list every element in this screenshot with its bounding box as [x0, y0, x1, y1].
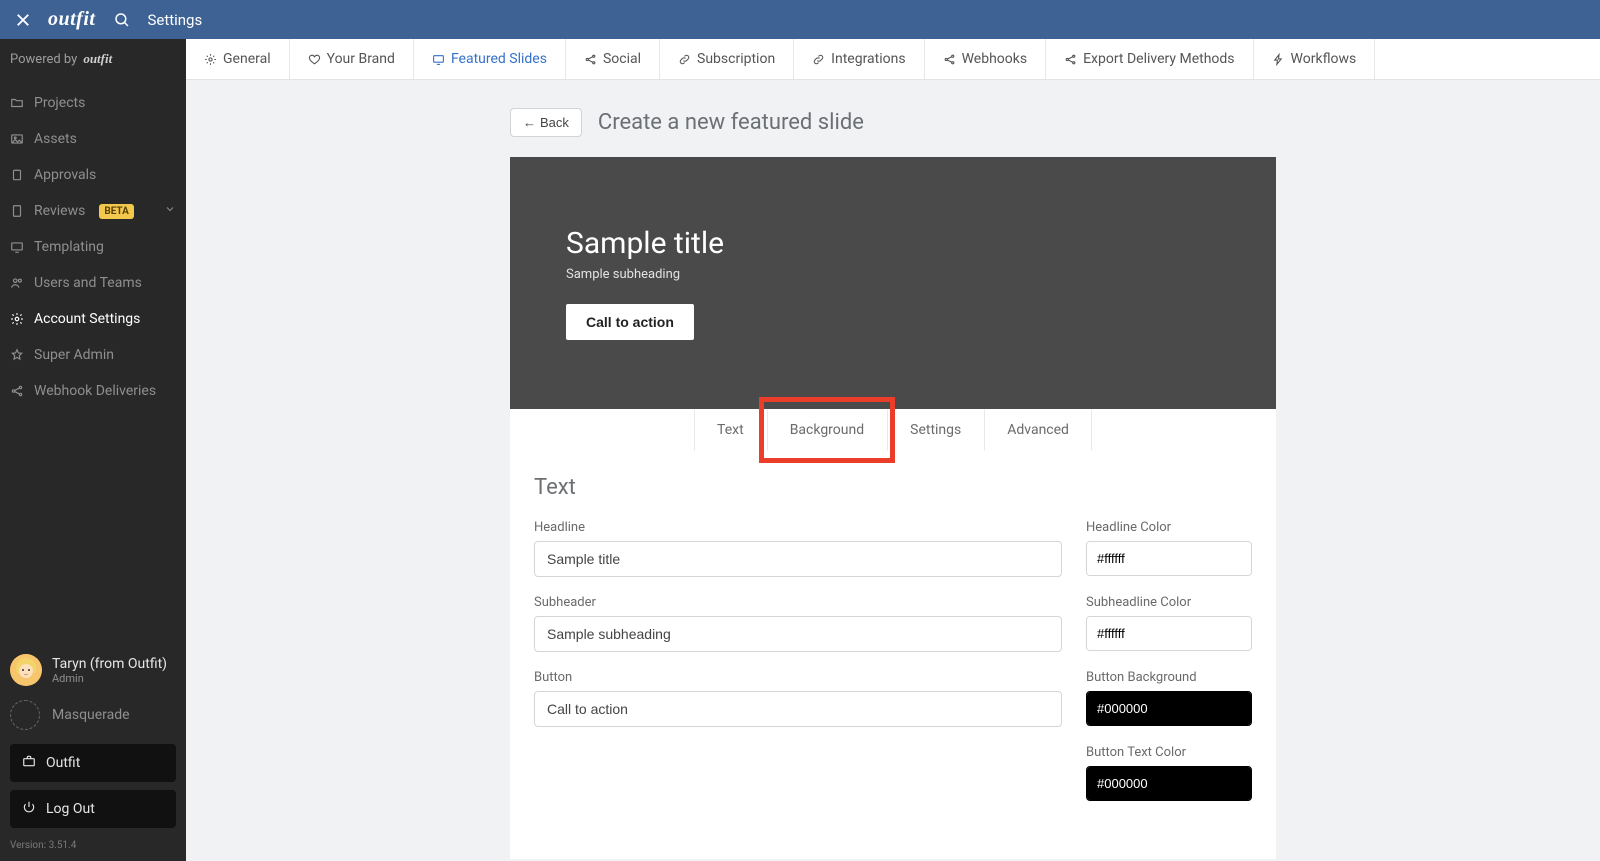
topbar-title: Settings: [147, 11, 202, 29]
headline-input[interactable]: [534, 541, 1062, 577]
user-name: Taryn (from Outfit): [52, 656, 167, 672]
edit-tab-advanced[interactable]: Advanced: [984, 409, 1092, 451]
preview-subheading: Sample subheading: [566, 267, 1220, 282]
button-text-color-input[interactable]: [1086, 766, 1252, 801]
chevron-down-icon: [164, 203, 176, 219]
star-icon: [10, 348, 24, 362]
share-icon: [1064, 53, 1077, 66]
sidebar-item-webhook-deliveries[interactable]: Webhook Deliveries: [0, 373, 186, 409]
page-title: Create a new featured slide: [598, 110, 864, 135]
avatar: [10, 654, 42, 686]
powered-brand: outfit: [83, 51, 112, 67]
sidebar-item-account-settings[interactable]: Account Settings: [0, 301, 186, 337]
gear-icon: [10, 312, 24, 326]
monitor-icon: [432, 53, 445, 66]
preview-title: Sample title: [566, 226, 1220, 261]
settings-tabs: General Your Brand Featured Slides Socia…: [186, 39, 1600, 80]
headline-color-label: Headline Color: [1086, 520, 1252, 535]
share-icon: [943, 53, 956, 66]
link-icon: [812, 53, 825, 66]
button-bg-label: Button Background: [1086, 670, 1252, 685]
arrow-left-icon: ←: [523, 115, 536, 130]
users-icon: [10, 276, 24, 290]
sidebar-item-label: Users and Teams: [34, 275, 142, 291]
link-icon: [678, 53, 691, 66]
sidebar-item-label: Projects: [34, 95, 85, 111]
document-icon: [10, 204, 24, 218]
monitor-icon: [10, 240, 24, 254]
image-icon: [10, 132, 24, 146]
topbar: outfit Settings: [0, 0, 1600, 39]
powered-by: Powered by outfit: [0, 39, 186, 79]
edit-tab-text[interactable]: Text: [694, 409, 767, 451]
content: ← Back Create a new featured slide Sampl…: [186, 80, 1600, 861]
beta-badge: BETA: [99, 204, 134, 219]
tab-workflows[interactable]: Workflows: [1254, 39, 1376, 79]
subheader-input[interactable]: [534, 616, 1062, 652]
sidebar: Powered by outfit Projects Assets Approv…: [0, 39, 186, 861]
clipboard-icon: [10, 168, 24, 182]
back-button[interactable]: ← Back: [510, 108, 582, 137]
sidebar-item-label: Account Settings: [34, 311, 140, 327]
panel-title: Text: [534, 475, 1252, 500]
tab-social[interactable]: Social: [566, 39, 660, 79]
edit-tab-background[interactable]: Background: [767, 409, 887, 451]
subheader-label: Subheader: [534, 595, 1062, 610]
edit-tab-settings[interactable]: Settings: [887, 409, 984, 451]
tab-featured-slides[interactable]: Featured Slides: [414, 39, 566, 79]
sidebar-item-templating[interactable]: Templating: [0, 229, 186, 265]
edit-tabs: Text Background Settings Advanced: [510, 409, 1276, 451]
slide-preview: Sample title Sample subheading Call to a…: [510, 157, 1276, 409]
text-panel: Text Headline Headline Color: [510, 451, 1276, 859]
headline-label: Headline: [534, 520, 1062, 535]
masquerade[interactable]: Masquerade: [10, 690, 176, 744]
version-label: Version: 3.51.4: [10, 836, 176, 851]
sidebar-item-label: Webhook Deliveries: [34, 383, 156, 399]
tab-webhooks[interactable]: Webhooks: [925, 39, 1047, 79]
gear-icon: [204, 53, 217, 66]
subheadline-color-label: Subheadline Color: [1086, 595, 1252, 610]
tab-integrations[interactable]: Integrations: [794, 39, 924, 79]
close-icon[interactable]: [14, 11, 32, 29]
subheadline-color-input[interactable]: [1086, 616, 1252, 651]
masquerade-circle-icon: [10, 700, 40, 730]
sidebar-item-reviews[interactable]: Reviews BETA: [0, 193, 186, 229]
sidebar-item-label: Super Admin: [34, 347, 114, 363]
tab-subscription[interactable]: Subscription: [660, 39, 794, 79]
brand-logo: outfit: [48, 8, 95, 31]
share-icon: [584, 53, 597, 66]
headline-color-input[interactable]: [1086, 541, 1252, 576]
sidebar-item-label: Approvals: [34, 167, 96, 183]
main: General Your Brand Featured Slides Socia…: [186, 39, 1600, 861]
bolt-icon: [1272, 53, 1285, 66]
masquerade-label: Masquerade: [52, 707, 130, 723]
button-label: Button: [534, 670, 1062, 685]
tab-your-brand[interactable]: Your Brand: [290, 39, 414, 79]
user-role: Admin: [52, 672, 167, 685]
search-icon[interactable]: [113, 11, 131, 29]
sidebar-item-assets[interactable]: Assets: [0, 121, 186, 157]
tab-general[interactable]: General: [186, 39, 290, 79]
tab-export-delivery[interactable]: Export Delivery Methods: [1046, 39, 1253, 79]
heart-icon: [308, 53, 321, 66]
outfit-button[interactable]: Outfit: [10, 744, 176, 782]
sidebar-item-label: Templating: [34, 239, 104, 255]
button-bg-input[interactable]: [1086, 691, 1252, 726]
sidebar-item-super-admin[interactable]: Super Admin: [0, 337, 186, 373]
power-icon: [22, 800, 36, 818]
sidebar-item-label: Reviews: [34, 203, 85, 219]
logout-button[interactable]: Log Out: [10, 790, 176, 828]
briefcase-icon: [22, 754, 36, 772]
sidebar-nav: Projects Assets Approvals Reviews BETA T…: [0, 79, 186, 646]
preview-cta-button[interactable]: Call to action: [566, 304, 694, 340]
button-input[interactable]: [534, 691, 1062, 727]
folder-icon: [10, 96, 24, 110]
sidebar-item-label: Assets: [34, 131, 77, 147]
share-icon: [10, 384, 24, 398]
sidebar-item-users[interactable]: Users and Teams: [0, 265, 186, 301]
user-info: Taryn (from Outfit) Admin: [10, 646, 176, 690]
sidebar-item-projects[interactable]: Projects: [0, 85, 186, 121]
sidebar-item-approvals[interactable]: Approvals: [0, 157, 186, 193]
button-text-color-label: Button Text Color: [1086, 745, 1252, 760]
